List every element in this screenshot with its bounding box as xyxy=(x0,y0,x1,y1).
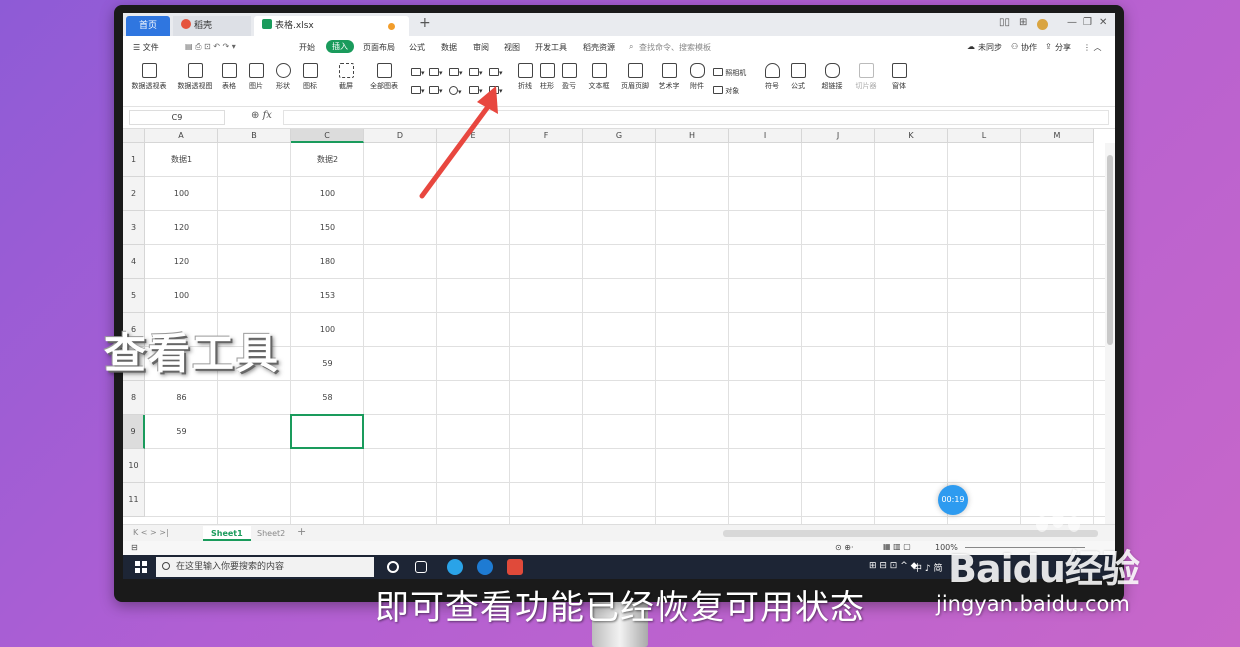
subtitle: 即可查看功能已经恢复可用状态 xyxy=(375,588,865,628)
caption-left: 查看工具 xyxy=(104,329,281,378)
timer-badge: 00:19 xyxy=(938,485,968,515)
arrow-shaft xyxy=(419,101,493,199)
